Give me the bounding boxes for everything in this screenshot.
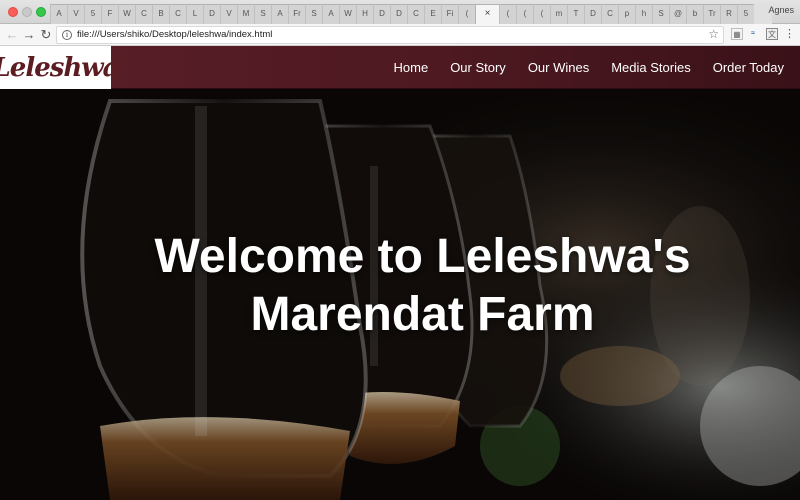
nav-our-story[interactable]: Our Story xyxy=(450,60,506,75)
browser-tab[interactable]: A xyxy=(271,4,288,24)
window-maximize-button[interactable] xyxy=(36,7,46,17)
browser-tab[interactable]: L xyxy=(186,4,203,24)
browser-tab[interactable]: Fr xyxy=(288,4,305,24)
hero-title: Welcome to Leleshwa's Marendat Farm xyxy=(0,228,800,344)
browser-tab[interactable]: C xyxy=(601,4,618,24)
browser-tab[interactable]: ( xyxy=(516,4,533,24)
hero-title-line-2: Marendat Farm xyxy=(250,288,595,341)
browser-tab[interactable]: @ xyxy=(669,4,686,24)
hero-title-line-1: Welcome to Leleshwa's xyxy=(154,230,691,283)
browser-tab[interactable]: B xyxy=(152,4,169,24)
browser-tab[interactable]: M xyxy=(237,4,254,24)
browser-tab[interactable]: A xyxy=(50,4,67,24)
browser-tab[interactable]: R xyxy=(720,4,737,24)
browser-tab[interactable]: S xyxy=(254,4,271,24)
browser-tab[interactable]: ( xyxy=(499,4,516,24)
site-logo[interactable]: Leleshwa xyxy=(0,46,120,89)
browser-tab[interactable]: S xyxy=(652,4,669,24)
browser-tab[interactable]: C xyxy=(407,4,424,24)
browser-tab[interactable]: Tr xyxy=(703,4,720,24)
browser-tab[interactable]: b xyxy=(686,4,703,24)
browser-tab[interactable]: 5 xyxy=(737,4,754,24)
forward-arrow-icon[interactable]: → xyxy=(21,26,37,44)
profile-name[interactable]: Agnes xyxy=(768,5,794,15)
web-page: Leleshwa Home Our Story Our Wines Media … xyxy=(0,46,800,500)
window-minimize-button[interactable] xyxy=(22,7,32,17)
browser-tab[interactable]: D xyxy=(390,4,407,24)
browser-titlebar: A V 5 F W C B C L D V M S A Fr S A W H D D C E Fi(×(((m T D Cp h S @ b… xyxy=(0,0,800,24)
browser-tab[interactable]: D xyxy=(584,4,601,24)
browser-tab[interactable]: C xyxy=(135,4,152,24)
browser-tab[interactable]: V xyxy=(67,4,84,24)
window-close-button[interactable] xyxy=(8,7,18,17)
browser-tab[interactable]: H xyxy=(356,4,373,24)
browser-tab[interactable]: Fi xyxy=(441,4,458,24)
browser-tab[interactable]: A xyxy=(322,4,339,24)
back-arrow-icon[interactable]: ← xyxy=(4,26,20,44)
site-header: Leleshwa Home Our Story Our Wines Media … xyxy=(0,46,800,89)
browser-tab[interactable]: D xyxy=(373,4,390,24)
browser-tab[interactable]: m xyxy=(550,4,567,24)
browser-tab[interactable]: W xyxy=(118,4,135,24)
nav-home[interactable]: Home xyxy=(394,60,429,75)
browser-tab[interactable]: ( xyxy=(533,4,550,24)
address-bar[interactable]: i file:///Users/shiko/Desktop/leleshwa/i… xyxy=(56,26,724,44)
browser-tab[interactable]: p xyxy=(618,4,635,24)
reload-icon[interactable]: ↻ xyxy=(38,26,54,44)
browser-tab[interactable]: S xyxy=(305,4,322,24)
browser-tab[interactable]: 5 xyxy=(84,4,101,24)
active-tab-close-icon[interactable]: × xyxy=(475,4,499,24)
browser-tab[interactable]: F xyxy=(101,4,118,24)
browser-tab[interactable]: h xyxy=(635,4,652,24)
browser-tab[interactable]: V xyxy=(220,4,237,24)
browser-tab[interactable]: T xyxy=(567,4,584,24)
translate-icon[interactable]: 文 xyxy=(766,28,778,40)
nav-order-today[interactable]: Order Today xyxy=(713,60,784,75)
star-icon[interactable]: ☆ xyxy=(708,27,719,41)
browser-tab[interactable]: ( xyxy=(458,4,475,24)
kebab-menu-icon[interactable]: ⋮ xyxy=(784,27,795,41)
browser-toolbar: ← → ↻ i file:///Users/shiko/Desktop/lele… xyxy=(0,24,800,46)
url-text[interactable]: file:///Users/shiko/Desktop/leleshwa/ind… xyxy=(77,29,272,40)
extension-icon[interactable]: ≈ xyxy=(747,28,759,40)
browser-tab[interactable]: W xyxy=(339,4,356,24)
main-nav: Home Our Story Our Wines Media Stories O… xyxy=(372,46,785,89)
browser-tab[interactable]: D xyxy=(203,4,220,24)
browser-tab[interactable]: E xyxy=(424,4,441,24)
logo-text: Leleshwa xyxy=(0,52,120,83)
extension-grid-icon[interactable]: ▦ xyxy=(731,28,743,40)
browser-tab[interactable]: C xyxy=(169,4,186,24)
info-icon[interactable]: i xyxy=(62,30,72,40)
tab-strip: A V 5 F W C B C L D V M S A Fr S A W H D D C E Fi(×(((m T D Cp h S @ b… xyxy=(50,4,772,24)
nav-media-stories[interactable]: Media Stories xyxy=(611,60,690,75)
nav-our-wines[interactable]: Our Wines xyxy=(528,60,589,75)
